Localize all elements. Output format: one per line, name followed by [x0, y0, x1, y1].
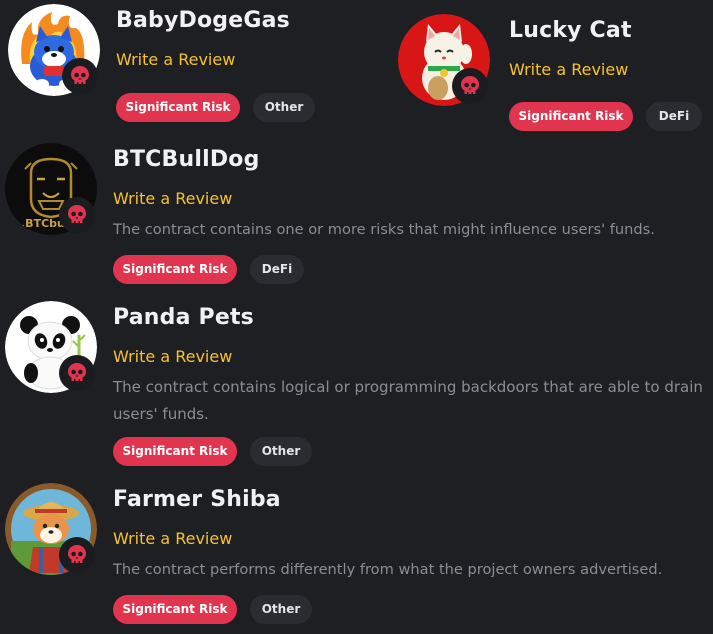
write-review-link[interactable]: Write a Review	[113, 347, 232, 366]
category-badge[interactable]: Other	[253, 93, 315, 122]
risk-description: The contract contains one or more risks …	[113, 221, 655, 238]
risk-description: The contract contains logical or program…	[113, 378, 703, 423]
project-name[interactable]: Lucky Cat	[509, 18, 632, 43]
risk-skull-badge	[59, 537, 95, 573]
category-badge[interactable]: DeFi	[646, 102, 702, 131]
risk-badge[interactable]: Significant Risk	[113, 255, 237, 284]
risk-skull-badge	[62, 58, 98, 94]
project-name[interactable]: Panda Pets	[113, 305, 254, 330]
skull-icon	[71, 66, 89, 84]
risk-badge[interactable]: Significant Risk	[113, 437, 237, 466]
skull-icon	[461, 76, 479, 94]
skull-icon	[68, 545, 86, 563]
risk-skull-badge	[59, 197, 95, 233]
risk-badge[interactable]: Significant Risk	[113, 595, 237, 624]
write-review-link[interactable]: Write a Review	[116, 50, 235, 69]
risk-skull-badge	[452, 68, 488, 104]
write-review-link[interactable]: Write a Review	[509, 60, 628, 79]
project-name[interactable]: BabyDogeGas	[116, 8, 290, 33]
write-review-link[interactable]: Write a Review	[113, 189, 232, 208]
skull-icon	[68, 363, 86, 381]
project-name[interactable]: BTCBullDog	[113, 147, 260, 172]
risk-description: The contract performs differently from w…	[113, 561, 663, 578]
category-badge[interactable]: DeFi	[250, 255, 304, 284]
risk-skull-badge	[59, 355, 95, 391]
risk-badge[interactable]: Significant Risk	[509, 102, 633, 131]
skull-icon	[68, 205, 86, 223]
risk-badge[interactable]: Significant Risk	[116, 93, 240, 122]
category-badge[interactable]: Other	[250, 437, 312, 466]
write-review-link[interactable]: Write a Review	[113, 529, 232, 548]
category-badge[interactable]: Other	[250, 595, 312, 624]
project-name[interactable]: Farmer Shiba	[113, 487, 281, 512]
